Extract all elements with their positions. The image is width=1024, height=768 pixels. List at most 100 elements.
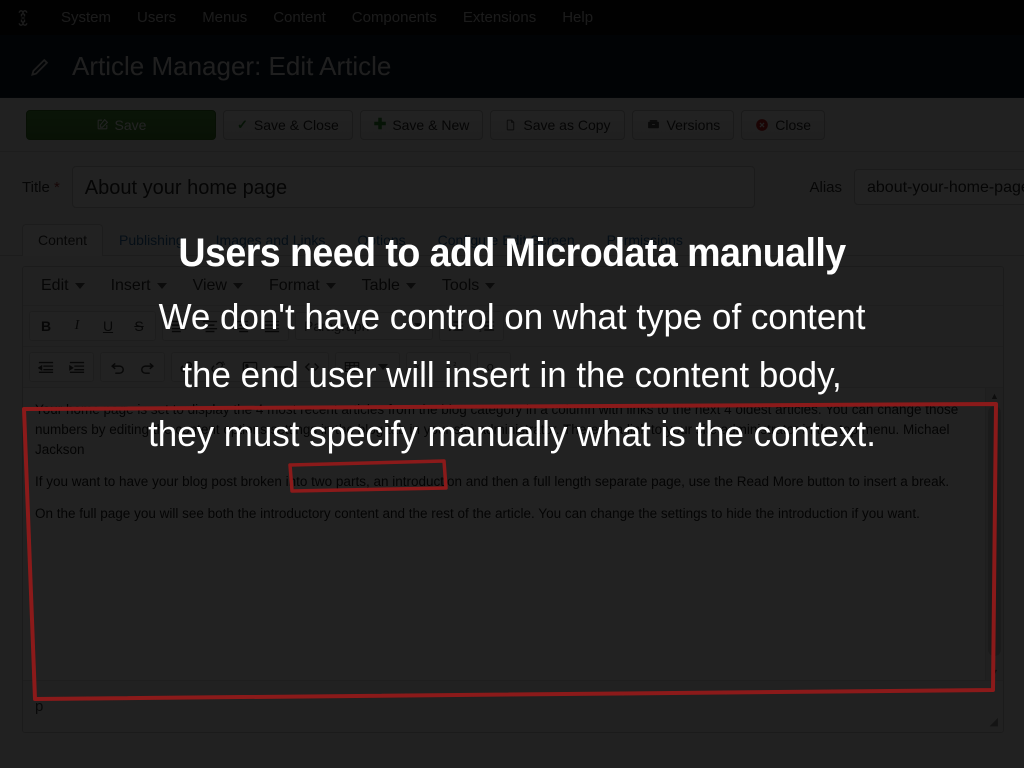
subscript-icon[interactable]: x 2 — [408, 354, 438, 380]
editor-status-bar: p ◢ — [23, 680, 1003, 732]
title-label-text: Title — [22, 178, 50, 196]
joomla-admin-app: System Users Menus Content Components Ex… — [0, 0, 1024, 768]
italic-button[interactable]: I — [62, 313, 92, 339]
menu-item-extensions[interactable]: Extensions — [450, 0, 549, 35]
versions-button[interactable]: Versions — [631, 109, 735, 140]
menubar-table[interactable]: Table — [350, 274, 428, 298]
menu-item-content[interactable]: Content — [260, 0, 339, 35]
menu-item-system[interactable]: System — [48, 0, 124, 35]
element-path[interactable]: p — [35, 698, 43, 715]
save-as-copy-button[interactable]: Save as Copy — [490, 109, 625, 140]
editor-content-area[interactable]: Your home page is set to display the 4 m… — [23, 388, 1003, 680]
save-and-new-button[interactable]: ✚ Save & New — [359, 109, 484, 140]
align-left-icon[interactable] — [164, 313, 194, 339]
image-icon[interactable] — [235, 354, 265, 380]
special-char-group: Ω — [477, 352, 511, 382]
circle-x-icon — [755, 118, 769, 132]
tab-content[interactable]: Content — [22, 224, 104, 256]
chevron-down-icon — [414, 323, 424, 329]
close-button-label: Close — [775, 116, 812, 133]
source-code-icon[interactable] — [297, 354, 327, 380]
menubar-view[interactable]: View — [181, 274, 255, 298]
save-and-close-button[interactable]: ✓ Save & Close — [223, 109, 353, 140]
menu-item-users[interactable]: Users — [124, 0, 189, 35]
pencil-icon — [26, 51, 56, 81]
editor-format-toolbar-row2: x 2 x 2 Ω — [23, 347, 1003, 388]
alias-group: Alias about-your-home-page — [809, 169, 1024, 205]
tab-options[interactable]: Options — [341, 224, 421, 256]
menu-item-components[interactable]: Components — [339, 0, 450, 35]
alias-input[interactable]: about-your-home-page — [854, 169, 1024, 205]
redo-icon[interactable] — [133, 354, 163, 380]
alias-label: Alias — [809, 178, 842, 196]
link-icon[interactable] — [173, 354, 203, 380]
bullet-list-icon[interactable] — [441, 313, 471, 339]
editor-vertical-scrollbar[interactable]: ▲ ▼ — [985, 388, 1003, 680]
editor-menubar: Edit Insert View Format Table Tools — [23, 267, 1003, 306]
table-icon[interactable] — [337, 354, 367, 380]
chevron-down-icon — [74, 283, 85, 289]
triangle-up-icon[interactable]: ▲ — [986, 388, 1003, 404]
numbered-list-icon[interactable]: 1 2 3 — [472, 313, 502, 339]
save-as-copy-label: Save as Copy — [523, 116, 611, 133]
link-group — [171, 352, 329, 382]
text-style-group: B I U S — [29, 311, 156, 341]
superscript-icon[interactable]: x 2 — [439, 354, 469, 380]
tab-publishing[interactable]: Publishing — [103, 224, 200, 256]
outdent-icon[interactable] — [31, 354, 61, 380]
special-character-icon[interactable]: Ω — [479, 354, 509, 380]
body-paragraph-3: On the full page you will see both the i… — [35, 505, 920, 521]
page-header: Article Manager: Edit Article — [0, 35, 1024, 98]
menu-item-help[interactable]: Help — [549, 0, 606, 35]
menubar-format[interactable]: Format — [257, 274, 348, 298]
close-button[interactable]: Close — [741, 109, 826, 140]
horizontal-rule-icon[interactable] — [266, 354, 296, 380]
chevron-down-icon — [485, 283, 496, 289]
chevron-down-icon — [325, 283, 336, 289]
versions-label: Versions — [666, 116, 721, 133]
title-alias-row: Title * About your home page Alias about… — [0, 152, 1024, 222]
menubar-insert[interactable]: Insert — [99, 274, 179, 298]
save-button[interactable]: Save — [26, 109, 216, 140]
align-right-icon[interactable] — [226, 313, 256, 339]
align-center-icon[interactable] — [195, 313, 225, 339]
align-justify-icon[interactable] — [257, 313, 287, 339]
save-button-label: Save — [114, 116, 147, 133]
table-group — [335, 352, 400, 382]
underline-button[interactable]: U — [93, 313, 123, 339]
table-dropdown-caret[interactable] — [368, 354, 398, 380]
title-label: Title * — [22, 179, 60, 196]
save-and-close-label: Save & Close — [253, 116, 339, 133]
tab-configure-edit-screen[interactable]: Configure Edit Screen — [422, 224, 591, 256]
undo-icon[interactable] — [102, 354, 132, 380]
tab-permissions[interactable]: Permissions — [591, 224, 699, 256]
menubar-tools-label: Tools — [441, 277, 480, 294]
edit-square-icon — [96, 118, 109, 131]
editor-format-toolbar-row1: B I U S Paragraph 1 2 3 — [23, 306, 1003, 347]
svg-text:2: 2 — [453, 362, 456, 368]
chevron-down-icon — [232, 283, 243, 289]
title-input[interactable]: About your home page — [71, 166, 755, 208]
tab-images-and-links[interactable]: Images and Links — [200, 224, 342, 256]
chevron-down-icon — [378, 364, 388, 370]
svg-text:x: x — [415, 363, 420, 373]
body-paragraph-1: Your home page is set to display the 4 m… — [35, 402, 959, 457]
unlink-icon[interactable] — [204, 354, 234, 380]
resize-grip-icon[interactable]: ◢ — [986, 716, 998, 728]
menubar-tools[interactable]: Tools — [430, 274, 507, 298]
scrollbar-thumb[interactable] — [988, 406, 1001, 656]
menubar-insert-label: Insert — [110, 277, 151, 294]
plus-icon: ✚ — [373, 116, 387, 133]
indent-icon[interactable] — [62, 354, 92, 380]
format-select[interactable]: Paragraph — [295, 312, 433, 340]
body-paragraph-2: If you want to have your blog post broke… — [35, 473, 950, 489]
joomla-logo-icon[interactable] — [12, 7, 34, 29]
chevron-down-icon — [156, 283, 167, 289]
alignment-group — [162, 311, 289, 341]
bold-button[interactable]: B — [31, 313, 61, 339]
menu-item-menus[interactable]: Menus — [189, 0, 260, 35]
menubar-edit[interactable]: Edit — [29, 274, 97, 298]
strikethrough-button[interactable]: S — [124, 313, 154, 339]
svg-text:3: 3 — [479, 328, 482, 333]
triangle-down-icon[interactable]: ▼ — [986, 664, 1003, 680]
